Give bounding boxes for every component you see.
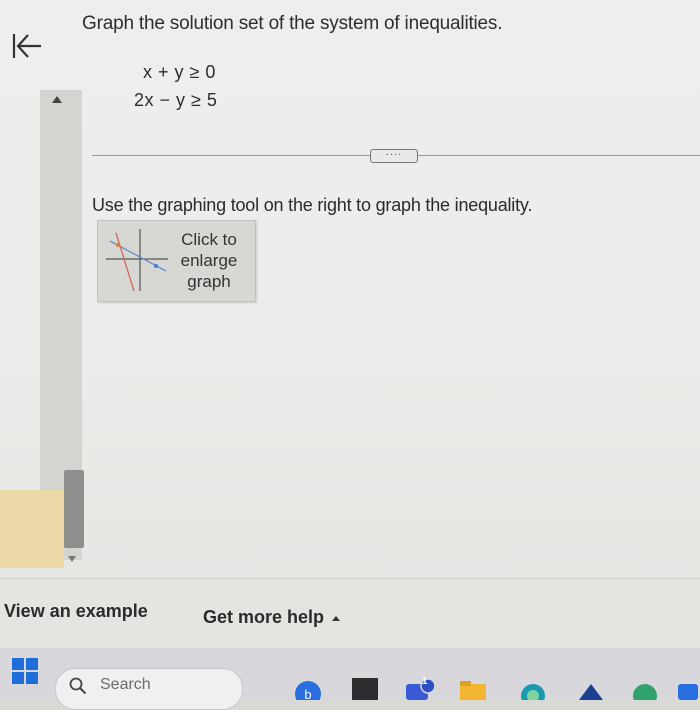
store-icon[interactable]	[630, 678, 660, 700]
chat-glyph-icon	[406, 678, 436, 700]
windows-start-icon[interactable]	[12, 658, 38, 684]
scroll-up-arrow-icon[interactable]	[52, 96, 62, 103]
graph-label-line-2: enlarge	[180, 251, 238, 270]
get-more-help-button[interactable]: Get more help	[203, 607, 341, 628]
caret-up-icon	[332, 615, 341, 621]
question-prompt: Graph the solution set of the system of …	[82, 13, 503, 34]
inequality-1: x + y ≥ 0	[143, 62, 216, 82]
main-content: Graph the solution set of the system of …	[0, 0, 700, 578]
app-icon-2[interactable]	[676, 678, 700, 700]
folder-icon[interactable]	[458, 678, 488, 700]
scrollbar-thumb[interactable]	[64, 470, 84, 548]
footer-bar: View an example Get more help	[0, 578, 700, 649]
chat-icon[interactable]: 1	[404, 676, 436, 700]
back-arrow-icon[interactable]	[8, 28, 44, 64]
app-icon[interactable]	[576, 678, 606, 700]
graph-label-line-1: Click to	[181, 230, 237, 249]
graph-button-label: Click to enlarge graph	[168, 229, 250, 292]
bing-icon[interactable]: b	[292, 678, 324, 700]
browser-icon[interactable]	[518, 678, 548, 700]
taskbar-search-box[interactable]: Search	[55, 668, 243, 710]
svg-text:b: b	[304, 687, 311, 700]
graph-thumbnail-icon	[106, 229, 168, 292]
search-placeholder: Search	[100, 676, 151, 693]
view-example-link[interactable]: View an example	[4, 601, 148, 622]
get-more-help-label: Get more help	[203, 607, 325, 627]
side-panel-highlight	[0, 490, 64, 568]
instruction-text: Use the graphing tool on the right to gr…	[92, 195, 533, 215]
expand-more-button[interactable]: ····	[370, 149, 418, 163]
task-view-icon[interactable]	[352, 678, 378, 700]
notification-badge: 1	[422, 676, 428, 687]
inequality-2: 2x − y ≥ 5	[134, 90, 218, 110]
search-icon	[69, 677, 87, 695]
enlarge-graph-button[interactable]: Click to enlarge graph	[97, 220, 256, 302]
scroll-down-arrow-icon[interactable]	[68, 556, 76, 562]
graph-label-line-3: graph	[187, 272, 231, 291]
